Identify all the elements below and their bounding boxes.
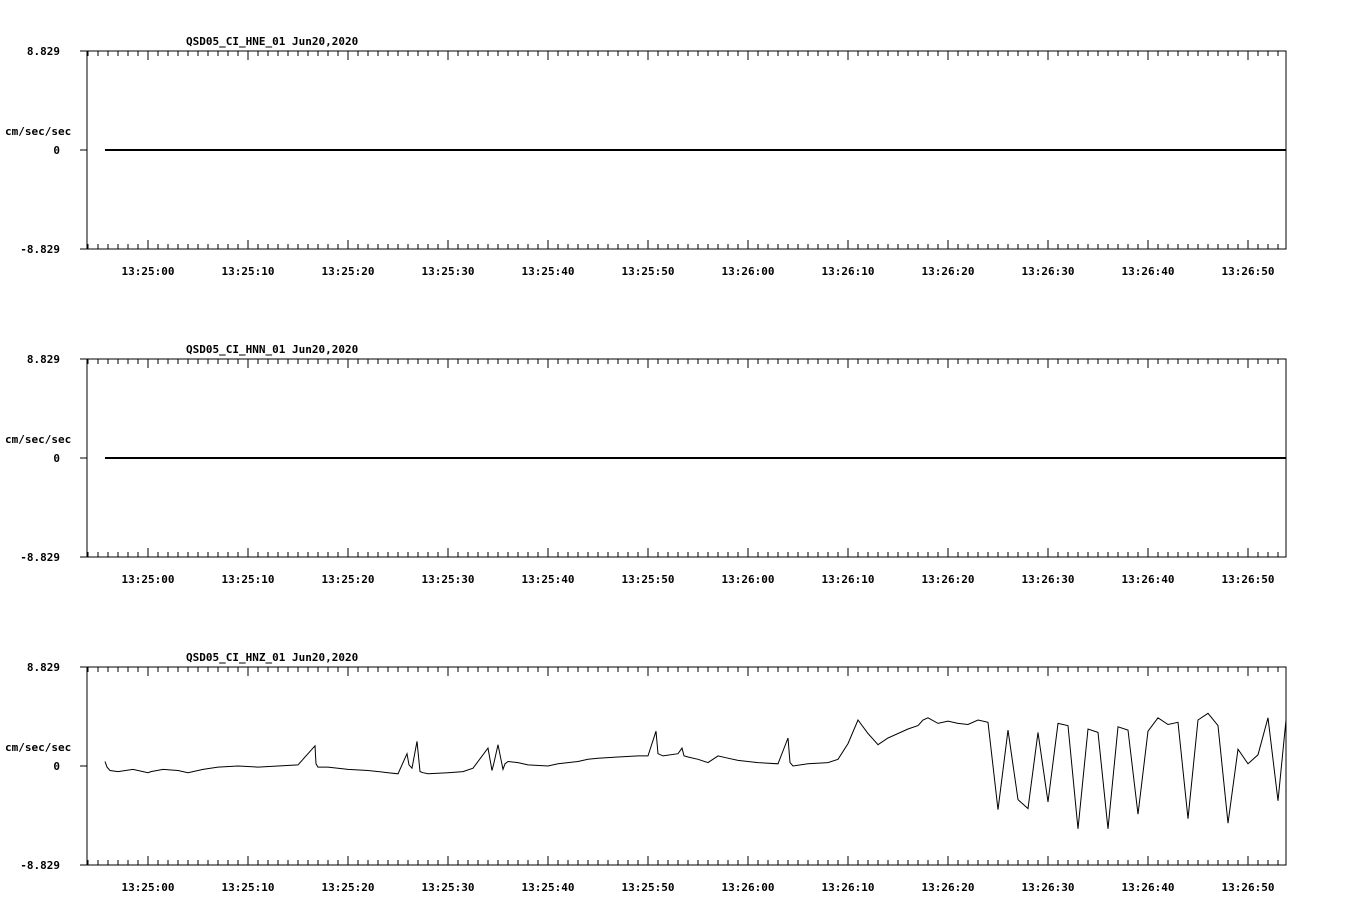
x-tick-label: 13:26:20 [922, 573, 975, 586]
y-tick-label: -8.829 [20, 551, 60, 564]
x-tick-label: 13:25:10 [222, 573, 275, 586]
seismogram-panel: QSD05_CI_HNN_01 Jun20,2020 8.829 0 -8.829 cm… [5, 343, 1287, 586]
x-tick-label: 13:25:30 [422, 573, 475, 586]
x-tick-label: 13:25:40 [522, 881, 575, 894]
x-tick-label: 13:26:50 [1222, 265, 1275, 278]
x-tick-label: 13:26:30 [1022, 881, 1075, 894]
x-tick-label: 13:25:30 [422, 881, 475, 894]
x-tick-label: 13:26:50 [1222, 573, 1275, 586]
x-tick-label: 13:25:20 [322, 881, 375, 894]
plot-frame [86, 666, 1287, 866]
x-tick-label: 13:26:20 [922, 881, 975, 894]
panel-title: QSD05_CI_HNN_01 Jun20,2020 [186, 343, 358, 356]
y-tick-label: -8.829 [20, 243, 60, 256]
y-tick-label: -8.829 [20, 859, 60, 872]
y-tick-label: 8.829 [27, 45, 60, 58]
x-tick-label: 13:25:40 [522, 265, 575, 278]
x-tick-label: 13:25:40 [522, 573, 575, 586]
x-tick-label: 13:25:50 [622, 573, 675, 586]
x-tick-label: 13:25:10 [222, 265, 275, 278]
x-tick-label: 13:26:40 [1122, 265, 1175, 278]
waveform-trace [104, 712, 1287, 829]
x-tick-label: 13:25:50 [622, 881, 675, 894]
x-tick-label: 13:26:10 [822, 881, 875, 894]
x-tick-label: 13:25:20 [322, 573, 375, 586]
x-tick-label: 13:26:20 [922, 265, 975, 278]
y-tick-label: 0 [53, 760, 60, 773]
x-tick-label: 13:26:00 [722, 265, 775, 278]
x-tick-label: 13:26:00 [722, 573, 775, 586]
x-tick-label: 13:25:00 [122, 573, 175, 586]
y-tick-label: 8.829 [27, 661, 60, 674]
y-axis-label: cm/sec/sec [5, 741, 71, 754]
x-tick-label: 13:26:00 [722, 881, 775, 894]
x-tick-label: 13:25:50 [622, 265, 675, 278]
x-tick-label: 13:26:10 [822, 265, 875, 278]
x-tick-label: 13:25:10 [222, 881, 275, 894]
y-axis-label: cm/sec/sec [5, 433, 71, 446]
seismogram-figure: QSD05_CI_HNE_01 Jun20,2020 8.829 0 -8.829 cm… [5, 35, 1287, 894]
x-tick-label: 13:26:30 [1022, 265, 1075, 278]
x-tick-label: 13:26:10 [822, 573, 875, 586]
y-tick-label: 0 [53, 144, 60, 157]
x-tick-label: 13:25:00 [122, 265, 175, 278]
x-tick-label: 13:25:00 [122, 881, 175, 894]
x-tick-label: 13:26:30 [1022, 573, 1075, 586]
y-tick-label: 8.829 [27, 353, 60, 366]
x-tick-label: 13:25:30 [422, 265, 475, 278]
seismogram-panel: QSD05_CI_HNZ_01 Jun20,2020 8.829 0 -8.829 cm… [5, 651, 1287, 894]
x-tick-label: 13:26:40 [1122, 881, 1175, 894]
x-tick-label: 13:26:40 [1122, 573, 1175, 586]
panel-title: QSD05_CI_HNZ_01 Jun20,2020 [186, 651, 358, 664]
panel-title: QSD05_CI_HNE_01 Jun20,2020 [186, 35, 358, 48]
x-tick-label: 13:26:50 [1222, 881, 1275, 894]
seismogram-panel: QSD05_CI_HNE_01 Jun20,2020 8.829 0 -8.829 cm… [5, 35, 1287, 278]
x-tick-label: 13:25:20 [322, 265, 375, 278]
y-axis-label: cm/sec/sec [5, 125, 71, 138]
y-tick-label: 0 [53, 452, 60, 465]
